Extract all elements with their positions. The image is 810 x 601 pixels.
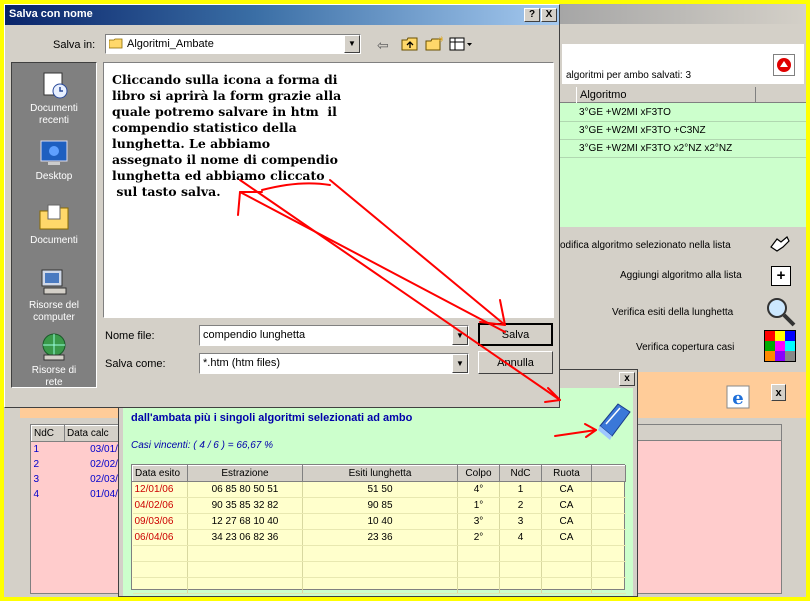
- arrow-back-to-text: [239, 191, 506, 333]
- arrow-to-book: [239, 179, 561, 401]
- annotation-arrows: [237, 179, 597, 438]
- arrow-underline: [261, 182, 331, 191]
